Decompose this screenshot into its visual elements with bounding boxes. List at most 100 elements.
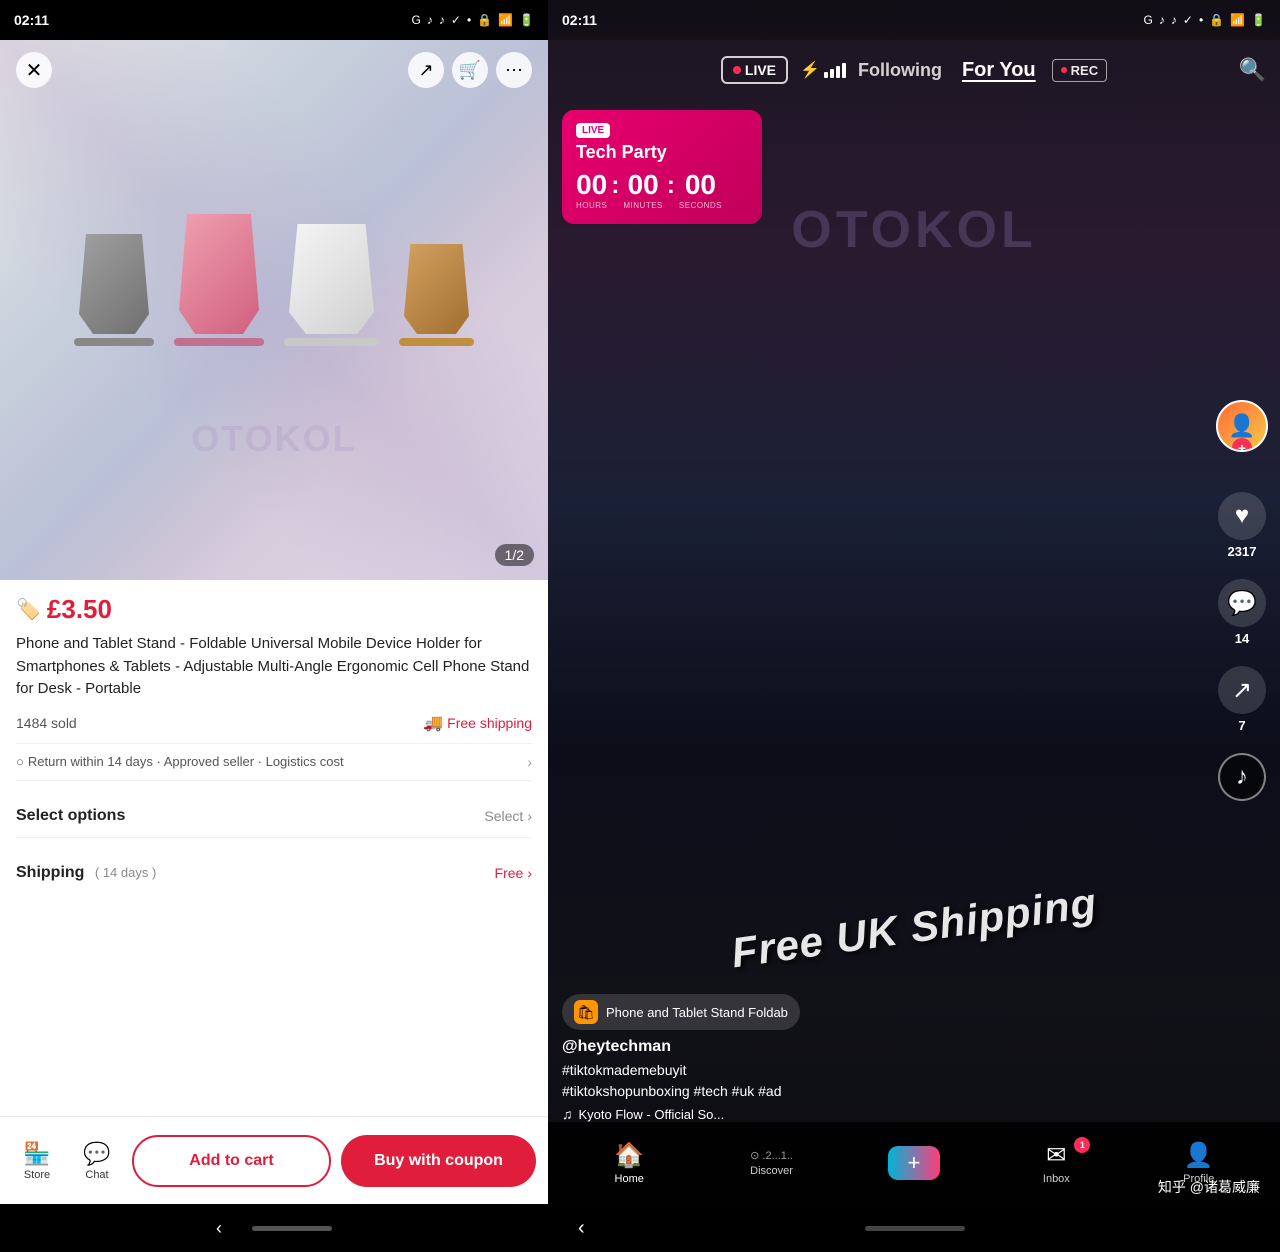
back-chevron-right-icon[interactable]: ‹ — [578, 1217, 585, 1240]
hashtags: #tiktokmademebuyit #tiktokshopunboxing #… — [562, 1060, 1200, 1102]
select-options-row[interactable]: Select options Select › — [16, 795, 532, 838]
price-value: £3.50 — [47, 594, 112, 625]
sold-shipping-row: 1484 sold 🚚 Free shipping — [16, 713, 532, 733]
shipping-free: Free › — [495, 865, 532, 881]
share-icon: ↗ — [1218, 666, 1266, 714]
shares-count: 7 — [1238, 718, 1245, 733]
price-tag-icon: 🏷️ — [16, 597, 41, 622]
system-nav-right: ‹ ‹ — [548, 1204, 1280, 1252]
status-bar-right: 02:11 G ♪ ♪ ✓ • 🔒 📶 🔋 — [548, 0, 1280, 40]
product-stands — [74, 214, 474, 406]
home-icon: 🏠 — [614, 1141, 644, 1170]
tiktok-panel: OTOKOL 02:11 G ♪ ♪ ✓ • 🔒 📶 🔋 LIVE ⚡ Foll… — [548, 0, 1280, 1252]
product-detail-panel: 02:11 G ♪ ♪ ✓ • 🔒 📶 🔋 ✕ ↗ 🛒 ⋯ — [0, 0, 548, 1252]
google-icon-r: G — [1144, 13, 1153, 27]
avatar-image: 👤 — [1228, 413, 1255, 439]
otokol-watermark: OTOKOL — [791, 200, 1036, 260]
home-nav-item[interactable]: 🏠 Home — [599, 1141, 659, 1185]
bottom-action-bar: 🏪 Store 💬 Chat Add to cart Buy with coup… — [0, 1116, 548, 1204]
lightning-icon: ⚡ — [800, 60, 820, 80]
shipping-row[interactable]: Shipping ( 14 days ) Free › — [16, 852, 532, 894]
tiktok-r1: ♪ — [1159, 13, 1165, 27]
avatar[interactable]: 👤 + — [1216, 400, 1268, 452]
like-button[interactable]: ♥ 2317 — [1218, 492, 1266, 559]
product-chip[interactable]: 🛍 Phone and Tablet Stand Foldab — [562, 994, 800, 1030]
cart-button[interactable]: 🛒 — [452, 52, 488, 88]
stand-white-base — [284, 338, 379, 346]
right-action-icons: 👤 + ♥ 2317 💬 14 ↗ 7 ♪ — [1216, 400, 1268, 801]
shipping-free-text: Free — [495, 865, 524, 881]
tech-party-card[interactable]: LIVE Tech Party 00 HOURS : 00 MINUTES : … — [562, 110, 762, 224]
google-icon: G — [412, 13, 421, 27]
stand-white-body — [289, 224, 374, 334]
music-note-icon: ♫ — [562, 1106, 573, 1122]
add-to-cart-button[interactable]: Add to cart — [132, 1135, 331, 1187]
select-right[interactable]: Select › — [484, 808, 532, 824]
check-icon: ✓ — [451, 13, 461, 27]
select-placeholder: Select — [484, 808, 523, 824]
back-chevron-icon[interactable]: ‹ — [216, 1218, 222, 1239]
username[interactable]: @heytechman — [562, 1038, 1200, 1056]
for-you-tab[interactable]: For You — [962, 59, 1036, 82]
discover-nav-item[interactable]: ⊙ .2...1.. Discover — [742, 1149, 802, 1177]
return-row[interactable]: ○ Return within 14 days · Approved selle… — [16, 743, 532, 781]
tp-hours: 00 — [576, 171, 607, 199]
image-counter: 1/2 — [495, 544, 534, 566]
tp-seconds-block: 00 SECONDS — [679, 171, 722, 210]
time-left: 02:11 — [14, 12, 49, 28]
sold-count: 1484 sold — [16, 715, 77, 731]
select-options-label: Select options — [16, 807, 125, 825]
tp-timer: 00 HOURS : 00 MINUTES : 00 SECONDS — [576, 171, 748, 210]
live-button[interactable]: LIVE — [721, 56, 788, 84]
tiktok-header: LIVE ⚡ Following For You REC 🔍 — [548, 40, 1280, 100]
profile-icon: 👤 — [1184, 1141, 1214, 1170]
product-chip-text: Phone and Tablet Stand Foldab — [606, 1005, 788, 1020]
product-info: 🏷️ £3.50 Phone and Tablet Stand - Foldab… — [0, 580, 548, 1116]
share-button[interactable]: ↗ 7 — [1218, 666, 1266, 733]
battery-r: 🔋 — [1251, 13, 1266, 27]
more-button[interactable]: ⋯ — [496, 52, 532, 88]
tp-colon-2: : — [665, 174, 677, 198]
add-nav-item[interactable]: + — [884, 1146, 944, 1180]
check-circle-icon: ○ — [16, 754, 24, 769]
inbox-nav-item[interactable]: ✉ 1 Inbox — [1026, 1141, 1086, 1185]
heart-icon: ♥ — [1218, 492, 1266, 540]
store-button[interactable]: 🏪 Store — [12, 1141, 62, 1181]
rec-badge: REC — [1052, 59, 1107, 82]
hashtag-1[interactable]: #tiktokmademebuyit — [562, 1062, 687, 1078]
comments-button[interactable]: 💬 14 — [1218, 579, 1266, 646]
music-text[interactable]: Kyoto Flow - Official So... — [579, 1107, 725, 1122]
dot-r: • — [1199, 13, 1203, 27]
tp-colon-1: : — [609, 174, 621, 198]
shipping-label: Shipping ( 14 days ) — [16, 864, 156, 882]
follow-plus-button[interactable]: + — [1232, 438, 1252, 452]
image-nav-overlay: ✕ ↗ 🛒 ⋯ — [0, 40, 548, 100]
inbox-icon: ✉ — [1046, 1141, 1066, 1170]
live-label: LIVE — [745, 62, 776, 78]
discover-row: ⊙ .2...1.. — [750, 1149, 793, 1162]
zhihu-watermark: 知乎 @诸葛威廉 — [1158, 1177, 1260, 1197]
discover-label: Discover — [750, 1165, 793, 1177]
inbox-label: Inbox — [1043, 1173, 1070, 1185]
product-title: Phone and Tablet Stand - Foldable Univer… — [16, 633, 532, 701]
store-label: Store — [24, 1169, 50, 1181]
close-button[interactable]: ✕ — [16, 52, 52, 88]
buy-with-coupon-button[interactable]: Buy with coupon — [341, 1135, 536, 1187]
following-tab[interactable]: Following — [858, 60, 942, 81]
store-icon: 🏪 — [23, 1141, 50, 1167]
battery-icon: 🔋 — [519, 13, 534, 27]
likes-count: 2317 — [1228, 544, 1257, 559]
share-button[interactable]: ↗ — [408, 52, 444, 88]
tiktok-logo-button[interactable]: ♪ — [1218, 753, 1266, 801]
chat-button[interactable]: 💬 Chat — [72, 1141, 122, 1181]
lock-icon: 🔒 — [477, 13, 492, 27]
stand-pink-body — [179, 214, 259, 334]
hashtag-2[interactable]: #tiktokshopunboxing #tech #uk #ad — [562, 1083, 782, 1099]
signal-bar-1 — [824, 72, 828, 78]
stand-gold — [399, 244, 474, 346]
add-button[interactable]: + — [888, 1146, 940, 1180]
search-icon[interactable]: 🔍 — [1239, 57, 1266, 83]
wifi-icon: 📶 — [498, 13, 513, 27]
stand-gold-body — [404, 244, 469, 334]
tp-minutes-label: MINUTES — [623, 201, 663, 210]
